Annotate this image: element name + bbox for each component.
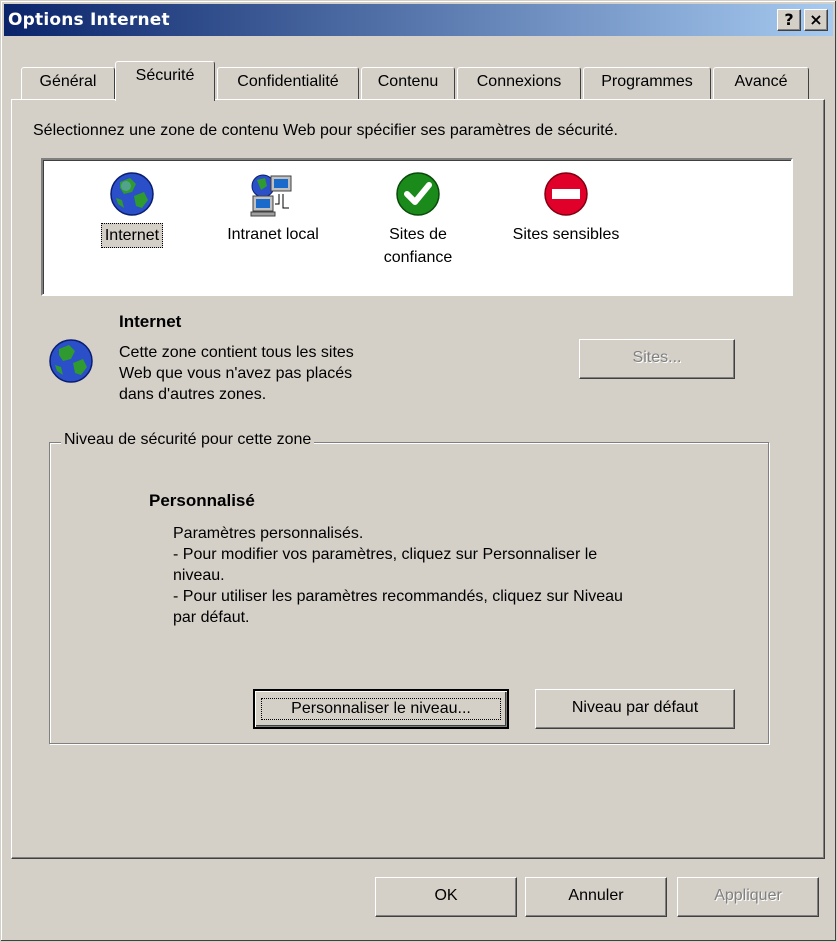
security-level-group-label: Niveau de sécurité pour cette zone [61,431,315,449]
help-button[interactable]: ? [777,9,801,31]
title-bar[interactable]: Options Internet ? × [4,4,833,36]
check-circle-icon [396,172,440,216]
intranet-computers-icon [250,174,292,217]
window-title: Options Internet [8,10,170,30]
zone-label: Sites sensibles [512,226,620,243]
globe-icon [110,172,154,216]
default-level-button[interactable]: Niveau par défaut [535,689,735,729]
zone-intranet-local[interactable]: Intranet local [203,170,343,246]
zone-list[interactable]: Internet Intranet local Sites de confian… [41,158,793,296]
zone-label: Intranet local [227,226,319,243]
zone-instruction: Sélectionnez une zone de contenu Web pou… [33,122,618,139]
tab-avance[interactable]: Avancé [713,67,809,99]
globe-icon [49,339,93,383]
zone-label-line1: Sites de [389,226,447,243]
ok-button[interactable]: OK [375,877,517,917]
security-level-description: Paramètres personnalisés. - Pour modifie… [173,525,623,626]
sites-button[interactable]: Sites... [579,339,735,379]
custom-level-button[interactable]: Personnaliser le niveau... [253,689,509,729]
zone-sites-de-confiance[interactable]: Sites de confiance [363,170,473,269]
close-button[interactable]: × [804,9,828,31]
tab-general[interactable]: Général [21,67,115,99]
tab-securite[interactable]: Sécurité [115,61,215,101]
zone-internet[interactable]: Internet [77,170,187,248]
selected-zone-title: Internet [119,312,182,331]
selected-zone-description: Cette zone contient tous les sites Web q… [119,344,354,403]
security-level-name: Personnalisé [149,491,255,510]
tab-connexions[interactable]: Connexions [457,67,581,99]
tab-confidentialite[interactable]: Confidentialité [217,67,359,99]
cancel-button[interactable]: Annuler [525,877,667,917]
tab-programmes[interactable]: Programmes [583,67,711,99]
focus-ring [261,698,501,720]
zone-label-line2: confiance [383,249,453,266]
zone-sites-sensibles[interactable]: Sites sensibles [491,170,641,246]
apply-button[interactable]: Appliquer [677,877,819,917]
no-entry-icon [544,172,588,216]
tab-contenu[interactable]: Contenu [361,67,455,99]
zone-label: Internet [100,223,164,248]
options-internet-dialog: Options Internet ? × Général Sécurité Co… [0,0,837,942]
